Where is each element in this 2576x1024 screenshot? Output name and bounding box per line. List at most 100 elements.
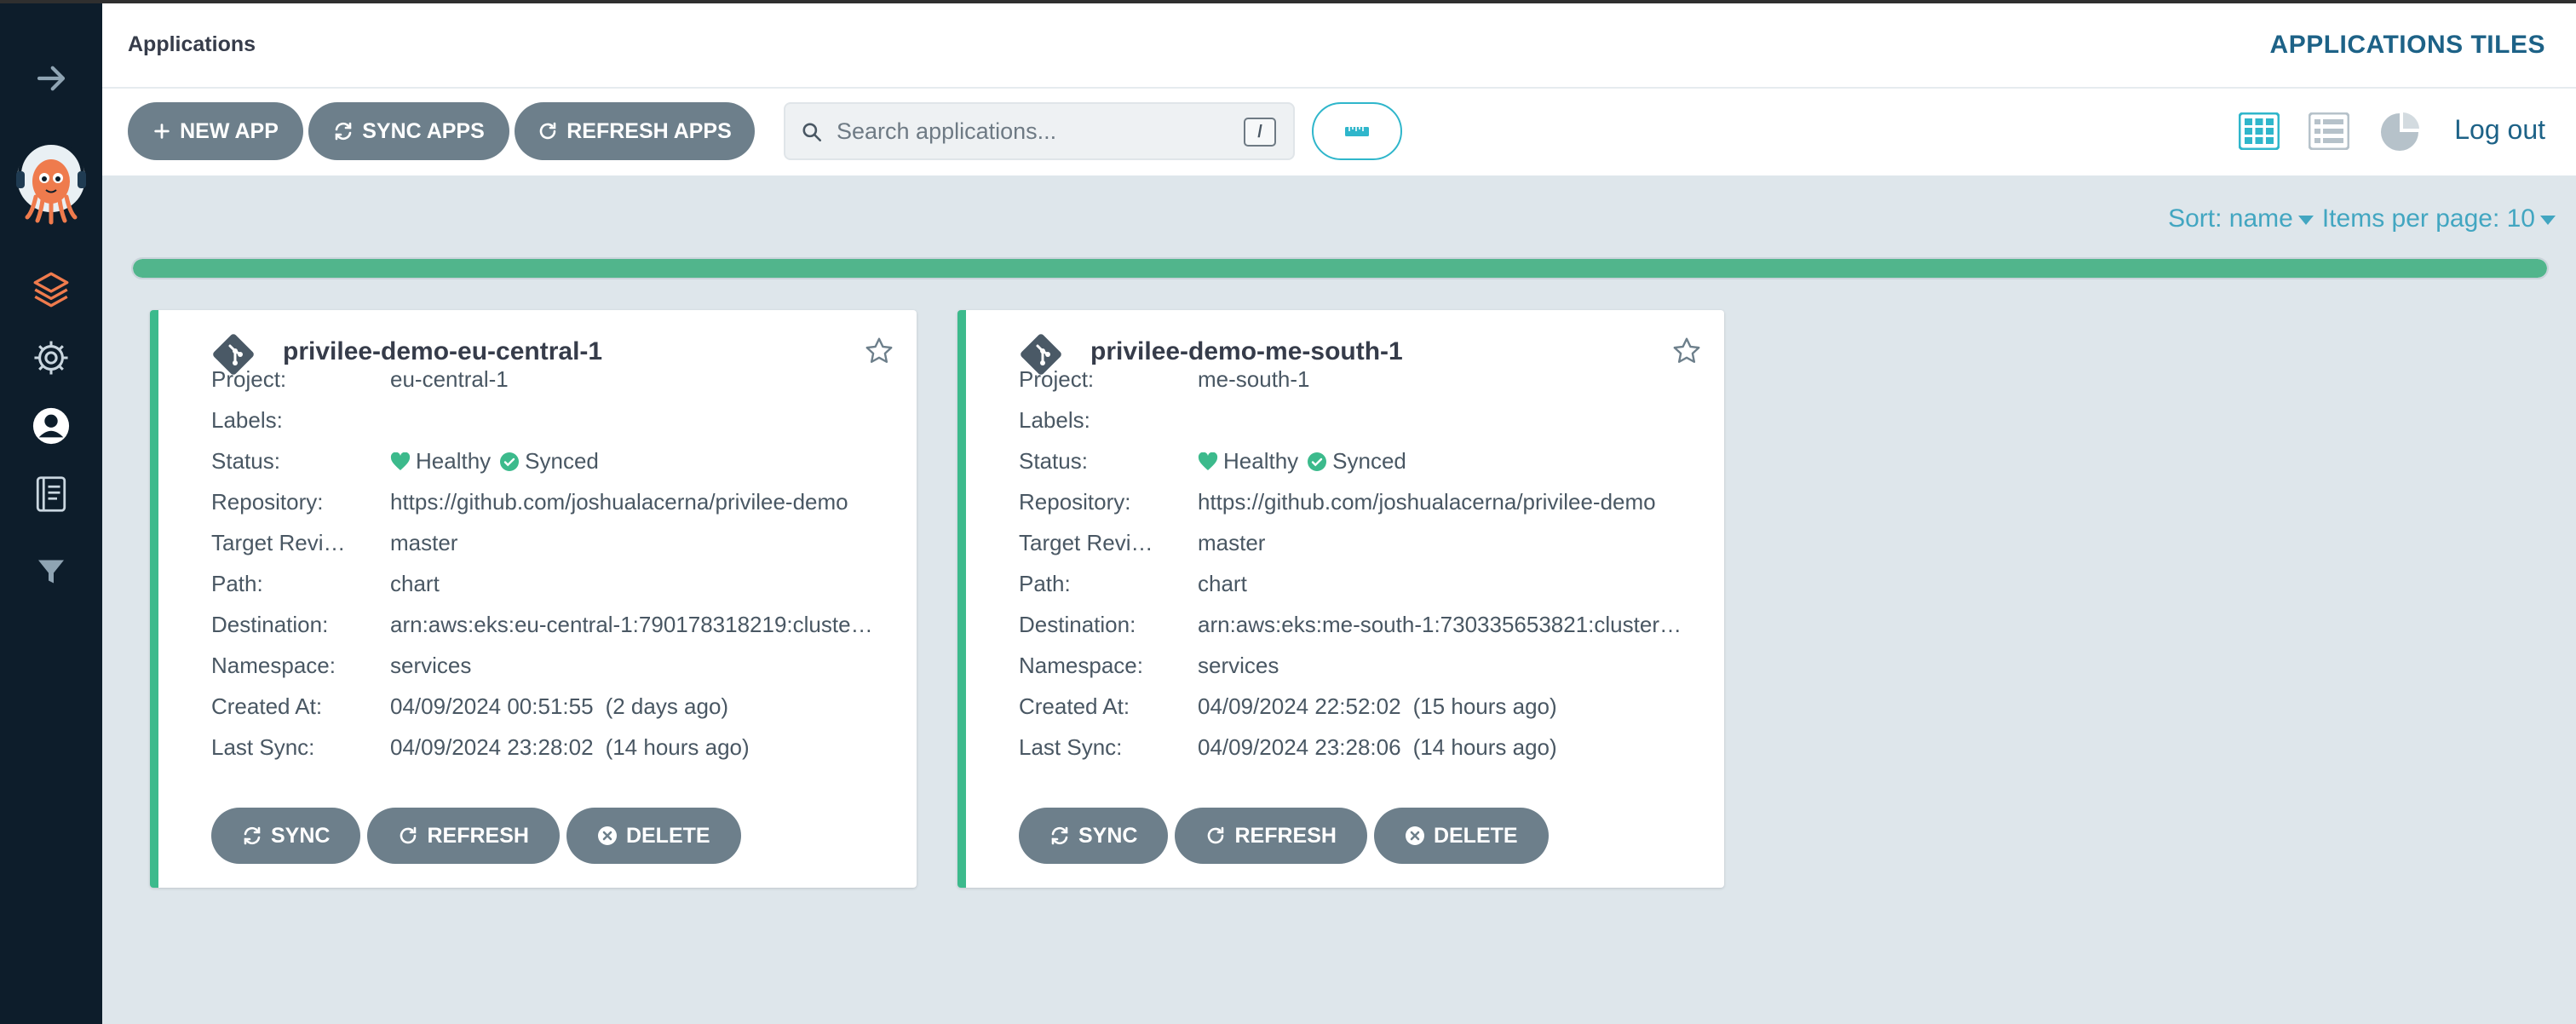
list-view-icon	[2308, 112, 2350, 151]
sync-status: Synced	[525, 448, 599, 474]
field-row-project: Project: me-south-1	[1019, 366, 1683, 397]
field-label: Project:	[211, 366, 287, 392]
last-sync-relative: (14 hours ago)	[1412, 734, 1557, 760]
delete-label: DELETE	[1433, 823, 1518, 848]
field-row-created-at: Created At: 04/09/2024 22:52:02 (15 hours …	[1019, 693, 1683, 724]
tiles-view-button[interactable]	[2238, 112, 2280, 154]
field-label: Status:	[211, 448, 280, 474]
last-sync-value: 04/09/2024 23:28:02 (14 hours ago)	[390, 734, 876, 761]
sidebar-item-settings[interactable]	[0, 332, 102, 383]
list-view-button[interactable]	[2308, 112, 2350, 154]
application-name[interactable]: privilee-demo-eu-central-1	[283, 337, 602, 366]
field-label: Created At:	[211, 693, 323, 719]
search-icon	[802, 123, 822, 142]
refresh-apps-button[interactable]: REFRESH APPS	[515, 102, 755, 160]
field-row-labels: Labels:	[1019, 407, 1683, 438]
delete-button[interactable]: DELETE	[566, 808, 741, 864]
refresh-button[interactable]: REFRESH	[1175, 808, 1367, 864]
target-revision-value: master	[390, 530, 458, 555]
user-circle-icon	[32, 407, 70, 445]
sort-dropdown[interactable]: Sort: name	[2168, 204, 2314, 233]
refresh-icon	[539, 122, 556, 140]
field-row-status: Status: Healthy Synced	[211, 448, 876, 479]
field-row-namespace: Namespace: services	[1019, 653, 1683, 683]
sync-status: Synced	[1332, 448, 1406, 474]
field-row-status: Status: Healthy Synced	[1019, 448, 1683, 479]
field-row-destination: Destination: arn:aws:eks:eu-central-1:790…	[211, 612, 876, 642]
page-header: Applications APPLICATIONS TILES	[102, 3, 2576, 89]
delete-button[interactable]: DELETE	[1373, 808, 1549, 864]
refresh-label: REFRESH	[427, 823, 529, 848]
status-value: Healthy Synced	[390, 448, 876, 475]
project-value: eu-central-1	[390, 366, 509, 392]
plus-icon	[154, 124, 170, 139]
summary-view-button[interactable]	[2378, 111, 2421, 158]
field-row-namespace: Namespace: services	[211, 653, 876, 683]
namespace-value: services	[390, 653, 472, 678]
search-box: /	[784, 102, 1295, 160]
path-value: chart	[390, 571, 440, 596]
field-label: Labels:	[211, 407, 283, 433]
health-status-bar	[131, 257, 2549, 279]
logout-link[interactable]: Log out	[2454, 114, 2545, 146]
caret-down-icon	[2297, 215, 2314, 225]
sync-label: SYNC	[1078, 823, 1138, 848]
health-status: Healthy	[416, 448, 492, 474]
refresh-icon	[1208, 826, 1224, 844]
created-at-date: 04/09/2024 22:52:02	[1198, 693, 1401, 719]
heart-icon	[390, 452, 411, 470]
application-name[interactable]: privilee-demo-me-south-1	[1090, 337, 1403, 366]
sync-apps-label: SYNC APPS	[362, 118, 485, 143]
items-per-page-dropdown[interactable]: Items per page: 10	[2322, 204, 2556, 233]
field-label: Repository:	[211, 489, 324, 515]
items-per-page-label: Items per page: 10	[2321, 204, 2535, 233]
display-settings-button[interactable]	[1312, 102, 1402, 160]
breadcrumb[interactable]: Applications	[128, 32, 256, 57]
health-status: Healthy	[1223, 448, 1299, 474]
argo-logo-icon	[16, 141, 86, 225]
sidebar-toggle-button[interactable]	[0, 53, 102, 104]
destination-value: arn:aws:eks:eu-central-1:790178318219:cl…	[390, 612, 876, 637]
search-input[interactable]	[837, 116, 1211, 147]
new-app-button[interactable]: NEW APP	[128, 102, 303, 160]
docs-icon	[36, 476, 66, 512]
grid-view-icon	[2238, 112, 2280, 151]
field-row-project: Project: eu-central-1	[211, 366, 876, 397]
sync-button[interactable]: SYNC	[211, 808, 361, 864]
star-icon[interactable]	[864, 336, 894, 366]
field-label: Repository:	[1019, 489, 1131, 515]
refresh-button[interactable]: REFRESH	[367, 808, 560, 864]
field-label: Last Sync:	[211, 734, 315, 760]
filter-icon	[38, 560, 64, 584]
field-row-path: Path: chart	[211, 571, 876, 601]
star-icon[interactable]	[1671, 336, 1702, 366]
delete-icon	[597, 826, 617, 845]
sync-icon	[244, 826, 261, 845]
field-row-labels: Labels:	[211, 407, 876, 438]
sync-apps-button[interactable]: SYNC APPS	[308, 102, 509, 160]
sidebar-filter-button[interactable]	[0, 550, 102, 593]
field-label: Path:	[211, 571, 263, 596]
field-row-repository: Repository: https://github.com/joshualace…	[1019, 489, 1683, 520]
sync-button[interactable]: SYNC	[1019, 808, 1169, 864]
application-card[interactable]: privilee-demo-me-south-1 Project: me-south…	[957, 310, 1724, 888]
project-value: me-south-1	[1198, 366, 1310, 392]
field-label: Target Revision:	[1019, 530, 1164, 555]
sidebar	[0, 3, 102, 1024]
sidebar-item-documentation[interactable]	[0, 469, 102, 520]
sidebar-item-user-info[interactable]	[0, 400, 102, 452]
field-row-path: Path: chart	[1019, 571, 1683, 601]
health-status-bar-fill	[133, 259, 2547, 278]
last-sync-value: 04/09/2024 23:28:06 (14 hours ago)	[1198, 734, 1683, 761]
argo-logo[interactable]	[0, 136, 102, 230]
application-card[interactable]: privilee-demo-eu-central-1 Project: eu-cen…	[150, 310, 917, 888]
destination-value: arn:aws:eks:me-south-1:730335653821:clus…	[1198, 612, 1683, 637]
sort-controls: Sort: name Items per page: 10	[2168, 204, 2556, 233]
page-title: APPLICATIONS TILES	[2269, 31, 2545, 59]
sidebar-item-applications[interactable]	[0, 264, 102, 315]
field-label: Path:	[1019, 571, 1071, 596]
ruler-icon	[1345, 127, 1369, 136]
sync-icon	[1051, 826, 1068, 845]
created-at-value: 04/09/2024 00:51:55 (2 days ago)	[390, 693, 876, 720]
delete-label: DELETE	[625, 823, 710, 848]
